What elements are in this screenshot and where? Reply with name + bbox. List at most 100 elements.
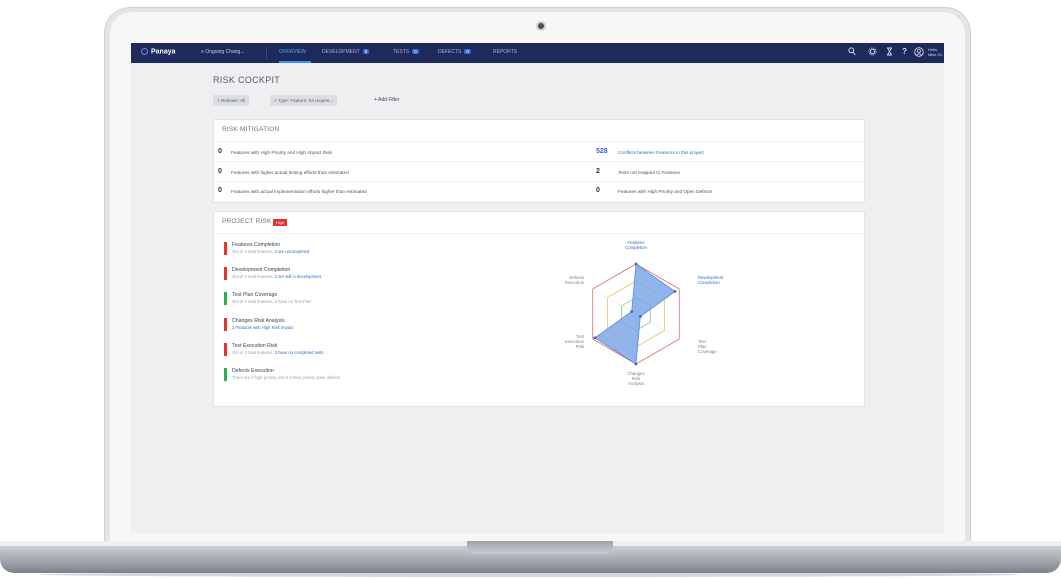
risk-item-text: Out of 2 total features,	[232, 274, 275, 279]
radar-axis-label: Defects Execution	[565, 275, 584, 285]
radar-axis-label: Development Completion	[698, 275, 724, 285]
risk-status-indicator	[224, 343, 227, 356]
risk-item-name: Features Completion	[232, 242, 281, 248]
camera-icon	[536, 21, 546, 31]
risk-status-indicator	[224, 242, 227, 255]
tab-development[interactable]: DEVELOPMENT 0	[322, 49, 370, 55]
risk-item: Development Completion Out of 2 total fea…	[224, 267, 404, 281]
radar-data-point	[630, 310, 634, 313]
radar-data-point	[634, 262, 638, 266]
divider	[214, 161, 864, 162]
risk-item-link[interactable]: 2 are still in development	[275, 274, 321, 279]
risk-item-link[interactable]: 2 Features with High Risk Impact	[232, 325, 293, 330]
risk-item-name: Test Plan Coverage	[232, 292, 278, 298]
risk-mitigation-title: RISK MITIGATION	[222, 126, 280, 133]
mitigation-label: Features with higher actual testing effo…	[231, 170, 349, 175]
user-name: Mike Gr.	[928, 52, 943, 57]
logo-icon	[141, 48, 148, 55]
mitigation-label: Tests not mapped to Features	[618, 170, 681, 175]
tab-overview[interactable]: OVERVIEW	[279, 49, 306, 55]
risk-item: Defects Execution There are 0 high priori…	[224, 368, 404, 382]
tab-count-badge: 0	[464, 49, 471, 54]
risk-item-description: 2 Features with High Risk Impact	[232, 325, 293, 330]
risk-radar-chart: Features Completion Development Completion T…	[565, 240, 724, 386]
tab-tests[interactable]: TESTS 0	[393, 49, 419, 55]
mitigation-value: 0	[218, 148, 222, 155]
radar-data-point	[634, 362, 638, 366]
risk-status-indicator	[224, 318, 227, 331]
mitigation-value: 0	[218, 187, 222, 194]
mitigation-value[interactable]: 528	[596, 148, 608, 155]
add-filter-button[interactable]: + Add Filter	[374, 97, 399, 103]
risk-status-indicator	[224, 292, 227, 305]
help-icon[interactable]: ?	[902, 47, 907, 57]
top-navigation: Panaya ≡ Ongoing Chang... OVERVIEW DEVEL…	[131, 43, 944, 63]
panaya-logo[interactable]: Panaya	[141, 48, 176, 55]
risk-item-link[interactable]: 2 have no completed tests	[275, 350, 324, 355]
risk-item-name: Changes Risk Analysis	[232, 318, 285, 324]
gear-icon[interactable]	[868, 47, 877, 59]
radar-axis-label: Changes Risk Analysis	[627, 371, 644, 386]
divider	[214, 181, 864, 182]
project-risk-title: PROJECT RISK	[222, 218, 272, 225]
search-icon[interactable]	[848, 47, 856, 59]
radar-data-point	[593, 336, 597, 340]
tab-label: DEFECTS	[438, 49, 462, 55]
risk-level-badge: High	[273, 219, 288, 226]
risk-item-text: There are 0 high priority and 0 critical…	[232, 375, 340, 380]
risk-mitigation-card: RISK MITIGATION 0 Features with High Pri…	[213, 119, 865, 203]
project-selector[interactable]: ≡ Ongoing Chang...	[201, 49, 245, 55]
tab-reports[interactable]: REPORTS	[493, 49, 517, 55]
risk-item: Features Completion Out of 2 total featur…	[224, 242, 404, 256]
project-risk-card: PROJECT RISK High Features Completion Out…	[213, 211, 865, 407]
mitigation-label: Features with High Priority and Open Def…	[618, 189, 713, 194]
radar-axis-label: Test Execution Risk	[565, 334, 585, 349]
active-tab-indicator	[279, 61, 311, 63]
radar-axis-label: Features Completion	[625, 240, 647, 250]
radar-data-point	[638, 315, 642, 318]
laptop-notch	[467, 541, 613, 554]
risk-item-text: Out of 2 total features, 0 have no Test …	[232, 299, 312, 304]
risk-item-text: Out of 2 total features,	[232, 350, 275, 355]
tab-label: OVERVIEW	[279, 49, 306, 55]
risk-item: Test Plan Coverage Out of 2 total feature…	[224, 292, 404, 306]
risk-item-description: Out of 2 total features, 2 have no compl…	[232, 350, 324, 355]
risk-item: Changes Risk Analysis 2 Features with Hig…	[224, 318, 404, 332]
radar-data-area	[594, 263, 676, 365]
risk-item-description: Out of 2 total features, 2 are uncomplet…	[232, 249, 309, 254]
risk-item-text: Out of 2 total features,	[232, 249, 275, 254]
project-name: Ongoing Chang...	[205, 49, 245, 55]
tab-count-badge: 0	[362, 49, 370, 54]
risk-item-name: Development Completion	[232, 267, 291, 273]
mitigation-label: Features with actual implementation effo…	[231, 189, 367, 194]
mitigation-value: 0	[218, 168, 222, 175]
radar-data-point	[673, 290, 677, 293]
page-title: RISK COCKPIT	[213, 75, 281, 85]
mitigation-label: Features with High Priority and High Imp…	[231, 150, 332, 155]
logo-text: Panaya	[151, 48, 176, 56]
tab-defects[interactable]: DEFECTS 0	[438, 49, 471, 55]
risk-item-link[interactable]: 2 are uncompleted	[275, 249, 310, 254]
nav-divider	[266, 47, 267, 59]
divider	[214, 141, 864, 142]
risk-item-description: Out of 2 total features, 2 are still in …	[232, 274, 321, 279]
tab-count-badge: 0	[412, 49, 419, 54]
filter-chip-type[interactable]: × Type: Feature; 54 require...	[270, 95, 338, 106]
app-screen: Panaya ≡ Ongoing Chang... OVERVIEW DEVEL…	[131, 43, 944, 533]
tab-label: REPORTS	[493, 49, 518, 55]
risk-item: Test Execution Risk Out of 2 total featur…	[224, 343, 404, 357]
mitigation-value: 2	[596, 168, 600, 175]
user-icon[interactable]	[914, 47, 924, 60]
risk-status-indicator	[224, 368, 227, 381]
filter-chip-release[interactable]: × Release: All	[213, 95, 250, 106]
risk-item-description: There are 0 high priority and 0 critical…	[232, 375, 340, 380]
mitigation-value: 0	[596, 187, 600, 194]
tab-label: TESTS	[393, 49, 410, 55]
risk-item-name: Defects Execution	[232, 368, 274, 374]
risk-status-indicator	[224, 267, 227, 280]
mitigation-link[interactable]: Conflicts between Features in this proje…	[618, 150, 704, 155]
hourglass-icon[interactable]	[886, 47, 893, 59]
tab-label: DEVELOPMENT	[322, 49, 360, 55]
user-greeting[interactable]: Hello Mike Gr.	[928, 47, 943, 57]
radar-axis-label: Test Plan Coverage	[698, 339, 717, 354]
